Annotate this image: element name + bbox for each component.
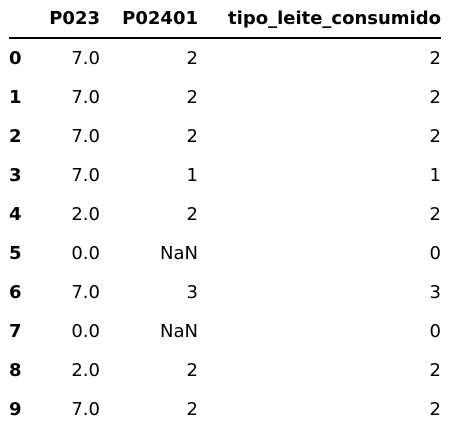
cell-tipo-leite-consumido: 3 [429,281,441,303]
row-index-cell: 3 [9,164,22,186]
cell-tipo-leite-consumido: 2 [429,203,441,225]
cell-tipo-leite-consumido: 0 [429,320,441,342]
row-index-cell: 7 [9,320,22,342]
cell-p02401: 2 [186,359,198,381]
cell-tipo-leite-consumido: 2 [429,359,441,381]
table-row: 0 7.0 2 2 [9,38,441,78]
cell-p023: 7.0 [71,398,100,420]
table-row: 3 7.0 1 1 [9,156,441,195]
cell-tipo-leite-consumido: 2 [429,398,441,420]
row-index-cell: 1 [9,86,22,108]
table-row: 6 7.0 3 3 [9,273,441,312]
cell-p023: 0.0 [71,320,100,342]
cell-p02401: 2 [186,86,198,108]
row-index-cell: 4 [9,203,22,225]
table-row: 2 7.0 2 2 [9,117,441,156]
header-row: P023 P02401 tipo_leite_consumido [9,0,441,39]
cell-p02401: 2 [186,125,198,147]
cell-p02401: NaN [160,242,198,264]
cell-p023: 2.0 [71,203,100,225]
cell-tipo-leite-consumido: 1 [429,164,441,186]
cell-p023: 0.0 [71,242,100,264]
table-row: 1 7.0 2 2 [9,78,441,117]
cell-p023: 7.0 [71,281,100,303]
dataframe-output: P023 P02401 tipo_leite_consumido 0 7.0 2 2 1… [0,0,458,427]
cell-p02401: 1 [186,164,198,186]
table-row: 5 0.0 NaN 0 [9,234,441,273]
table-row: 9 7.0 2 2 [9,390,441,429]
cell-p023: 7.0 [71,164,100,186]
table-body: 0 7.0 2 2 1 7.0 2 2 2 7.0 2 2 3 7.0 1 1 4 2.0 2 2 5 0.0 NaN 0 6 7… [9,38,441,429]
table-row: 4 2.0 2 2 [9,195,441,234]
table-header: P023 P02401 tipo_leite_consumido [9,0,441,39]
cell-p023: 2.0 [71,359,100,381]
column-header-tipo-leite-consumido: tipo_leite_consumido [198,0,441,39]
cell-p02401: 2 [186,203,198,225]
cell-p02401: 2 [186,398,198,420]
index-column-header [9,0,41,39]
dataframe-table: P023 P02401 tipo_leite_consumido 0 7.0 2 2 1… [9,0,441,429]
row-index-cell: 6 [9,281,22,303]
cell-p023: 7.0 [71,47,100,69]
row-index-cell: 5 [9,242,22,264]
cell-tipo-leite-consumido: 2 [429,125,441,147]
cell-p023: 7.0 [71,125,100,147]
row-index-cell: 0 [9,47,22,69]
column-header-p023: P023 [41,0,100,39]
cell-tipo-leite-consumido: 2 [429,86,441,108]
cell-p02401: 3 [186,281,198,303]
row-index-cell: 2 [9,125,22,147]
row-index-cell: 9 [9,398,22,420]
column-header-p02401: P02401 [100,0,198,39]
row-index-cell: 8 [9,359,22,381]
cell-p02401: NaN [160,320,198,342]
cell-tipo-leite-consumido: 2 [429,47,441,69]
table-row: 7 0.0 NaN 0 [9,312,441,351]
cell-p023: 7.0 [71,86,100,108]
cell-p02401: 2 [186,47,198,69]
table-row: 8 2.0 2 2 [9,351,441,390]
cell-tipo-leite-consumido: 0 [429,242,441,264]
